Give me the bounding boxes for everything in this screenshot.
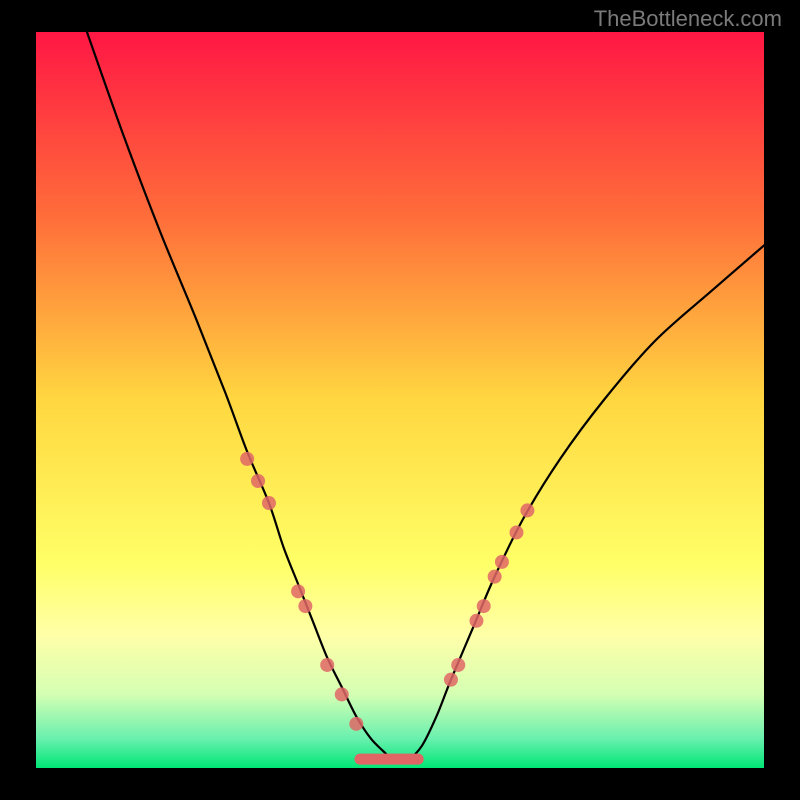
highlight-dots-left-point <box>320 658 334 672</box>
highlight-dots-left-point <box>240 452 254 466</box>
plot-area <box>36 32 764 768</box>
highlight-dots-left-point <box>298 599 312 613</box>
highlight-dots-left-point <box>251 474 265 488</box>
highlight-dots-right-point <box>451 658 465 672</box>
highlight-dots-right-point <box>495 555 509 569</box>
highlight-dots-right-point <box>477 599 491 613</box>
highlight-dots-right-point <box>509 525 523 539</box>
highlight-dots-right-point <box>520 503 534 517</box>
chart-container: TheBottleneck.com <box>0 0 800 800</box>
highlight-dots-left-point <box>262 496 276 510</box>
highlight-dots-right-point <box>488 570 502 584</box>
highlight-dots-left-point <box>335 687 349 701</box>
highlight-dots-right-point <box>469 614 483 628</box>
highlight-dots-right-point <box>444 673 458 687</box>
watermark-text: TheBottleneck.com <box>594 6 782 32</box>
chart-svg <box>36 32 764 768</box>
highlight-dots-left-point <box>349 717 363 731</box>
gradient-background <box>36 32 764 768</box>
highlight-dots-left-point <box>291 584 305 598</box>
